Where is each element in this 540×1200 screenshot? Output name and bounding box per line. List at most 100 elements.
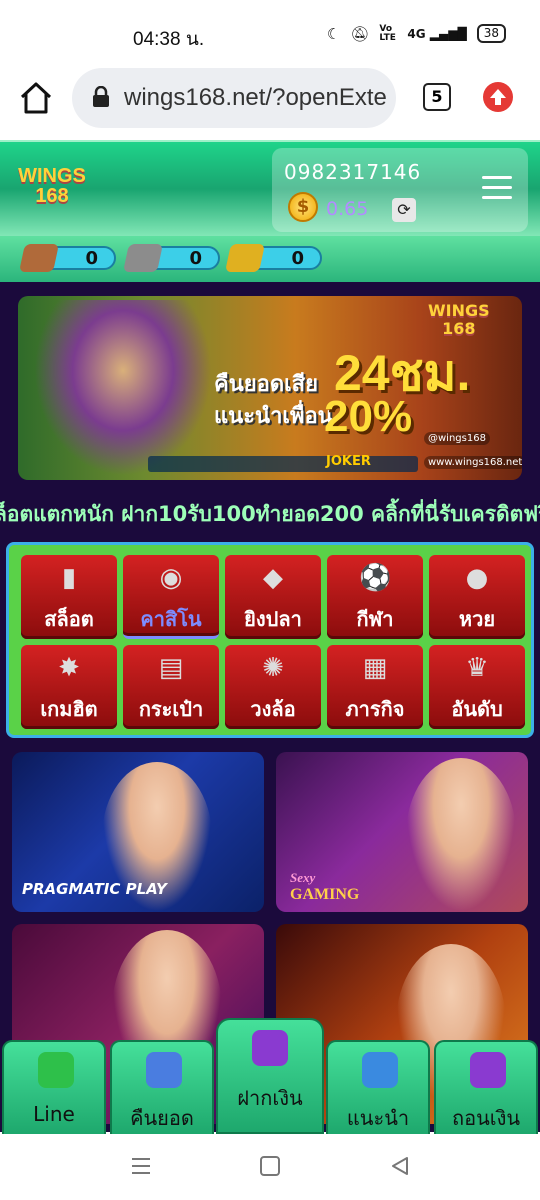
bottom-nav-label: ฝากเงิน bbox=[237, 1086, 303, 1110]
provider-label: PRAGMATIC PLAY bbox=[22, 880, 167, 898]
marquee-text: ล็อตแตกหนัก ฝาก10รับ100ทำยอด200 คลิ้กที่… bbox=[0, 502, 540, 526]
users-icon bbox=[362, 1052, 398, 1088]
wallet-icon: ▤ bbox=[158, 653, 184, 683]
provider-logo-line2: GAMING bbox=[290, 886, 360, 903]
category-1[interactable]: ◉ คาสิโน bbox=[123, 555, 219, 639]
category-9[interactable]: ♛ อันดับ bbox=[429, 645, 525, 729]
bottom-nav-label: ถอนเงิน bbox=[451, 1106, 521, 1130]
gold-star-icon bbox=[225, 244, 265, 272]
site-header: WINGS 168 0982317146 $ 0.65 ⟳ bbox=[0, 140, 540, 236]
lock-icon bbox=[92, 85, 110, 108]
banner-character-image bbox=[34, 300, 212, 476]
game-card-pragmatic[interactable]: PRAGMATIC PLAY bbox=[12, 752, 264, 912]
line-icon bbox=[38, 1052, 74, 1088]
mute-icon: 🔕︎ bbox=[350, 24, 370, 43]
trophy-icon: ♛ bbox=[465, 653, 489, 683]
bronze-star-icon bbox=[19, 244, 59, 272]
category-label: หวย bbox=[458, 607, 496, 631]
rank-gold[interactable]: 0 bbox=[225, 244, 322, 272]
category-7[interactable]: ✺ วงล้อ bbox=[225, 645, 321, 729]
banner-headline-percent: 20% bbox=[324, 392, 413, 441]
banner-logo: WINGS 168 bbox=[428, 302, 490, 338]
network-type: 4G bbox=[407, 26, 426, 41]
site-viewport: WINGS 168 0982317146 $ 0.65 ⟳ 0 0 0 WING… bbox=[0, 140, 540, 1132]
banner-line-id: @wings168 bbox=[424, 432, 490, 445]
wallet-coins-icon bbox=[146, 1052, 182, 1088]
bottom-nav-label: Line bbox=[33, 1102, 75, 1126]
bottom-nav-item-3[interactable]: แนะนำ bbox=[326, 1040, 430, 1134]
casino-chips-icon: ◉ bbox=[159, 563, 183, 593]
bottom-nav-label: แนะนำ bbox=[346, 1106, 410, 1130]
browser-toolbar: wings168.net/?openExte 5 bbox=[0, 68, 540, 140]
scroll-icon: ▦ bbox=[362, 653, 388, 683]
moon-icon: ☾ bbox=[326, 24, 341, 43]
category-4[interactable]: ● หวย bbox=[429, 555, 525, 639]
battery-icon: 38 bbox=[476, 24, 506, 43]
category-3[interactable]: ⚽ กีฬา bbox=[327, 555, 423, 639]
lottery-ball-icon: ● bbox=[465, 563, 489, 593]
signal-icon: 4G ▂▄▆█ bbox=[407, 26, 467, 41]
bottom-nav-item-0[interactable]: Line bbox=[2, 1040, 106, 1134]
game-card-sexy-gaming[interactable]: Sexy GAMING bbox=[276, 752, 528, 912]
status-icons: ☾ 🔕︎ Vo LTE 4G ▂▄▆█ 38 bbox=[327, 24, 506, 43]
banner-line2: แนะนำเพื่อน bbox=[214, 404, 333, 429]
category-label: สล็อต bbox=[44, 607, 94, 631]
banner-joker-logo: JOKER bbox=[326, 454, 371, 469]
update-arrow-icon[interactable] bbox=[483, 82, 513, 112]
volte-icon: Vo LTE bbox=[379, 23, 396, 43]
promo-banner[interactable]: WINGS 168 24ชม. คืนยอดเสีย แนะนำเพื่อน 20… bbox=[18, 296, 522, 480]
category-label: กระเป๋า bbox=[138, 697, 204, 721]
home-nav-icon[interactable] bbox=[260, 1156, 280, 1176]
rank-bronze-count: 0 bbox=[85, 248, 98, 269]
deposit-icon bbox=[252, 1030, 288, 1066]
category-grid: ▮ สล็อต ◉ คาสิโน ◆ ยิงปลา ⚽ กีฬา ● หวย ✸ เกมฮิต ▤ กระ… bbox=[6, 542, 534, 738]
announcement-marquee[interactable]: ล็อตแตกหนัก ฝาก10รับ100ทำยอด200 คลิ้กที่… bbox=[0, 492, 540, 530]
status-bar: 04:38 น. ☾ 🔕︎ Vo LTE 4G ▂▄▆█ 38 bbox=[0, 0, 540, 68]
address-bar[interactable]: wings168.net/?openExte bbox=[72, 68, 396, 128]
withdraw-icon bbox=[470, 1052, 506, 1088]
soccer-ball-icon: ⚽ bbox=[359, 563, 392, 593]
rank-silver-count: 0 bbox=[189, 248, 202, 269]
category-5[interactable]: ✸ เกมฮิต bbox=[21, 645, 117, 729]
coin-icon: $ bbox=[288, 192, 318, 222]
logo-text-bottom: 168 bbox=[35, 185, 69, 207]
bottom-nav-item-4[interactable]: ถอนเงิน bbox=[434, 1040, 538, 1134]
back-nav-icon[interactable] bbox=[390, 1156, 410, 1176]
rank-silver[interactable]: 0 bbox=[123, 244, 220, 272]
system-nav-bar bbox=[0, 1134, 540, 1200]
hamburger-menu-icon[interactable] bbox=[482, 176, 512, 200]
url-text: wings168.net/?openExte bbox=[124, 84, 387, 111]
slot-machine-icon: ▮ bbox=[61, 563, 77, 593]
account-phone: 0982317146 bbox=[284, 160, 422, 184]
refresh-balance-icon[interactable]: ⟳ bbox=[392, 198, 416, 222]
site-logo[interactable]: WINGS 168 bbox=[14, 166, 90, 210]
category-2[interactable]: ◆ ยิงปลา bbox=[225, 555, 321, 639]
bottom-nav-item-1[interactable]: คืนยอด bbox=[110, 1040, 214, 1134]
category-label: ภารกิจ bbox=[345, 697, 405, 721]
category-8[interactable]: ▦ ภารกิจ bbox=[327, 645, 423, 729]
category-label: คาสิโน bbox=[140, 607, 202, 631]
rank-bronze[interactable]: 0 bbox=[19, 244, 116, 272]
banner-logo-top: WINGS bbox=[428, 301, 490, 320]
rank-bar: 0 0 0 bbox=[0, 236, 540, 282]
bottom-nav-label: คืนยอด bbox=[130, 1106, 194, 1130]
category-0[interactable]: ▮ สล็อต bbox=[21, 555, 117, 639]
provider-logo-line1: Sexy bbox=[290, 870, 316, 885]
category-6[interactable]: ▤ กระเป๋า bbox=[123, 645, 219, 729]
logo-text-top: WINGS bbox=[18, 165, 86, 187]
bottom-nav: Line คืนยอด ฝากเงินแนะนำ ถอนเงิน bbox=[0, 1018, 540, 1134]
bottom-nav-item-2[interactable]: ฝากเงิน bbox=[216, 1018, 324, 1134]
tabs-count-button[interactable]: 5 bbox=[423, 83, 451, 111]
provider-logo: Sexy GAMING bbox=[290, 870, 359, 904]
account-balance: 0.65 bbox=[326, 198, 369, 220]
battery-level: 38 bbox=[483, 26, 499, 40]
banner-provider-strip bbox=[148, 456, 418, 472]
fish-icon: ◆ bbox=[263, 563, 283, 593]
silver-star-icon bbox=[123, 244, 163, 272]
category-label: ยิงปลา bbox=[244, 607, 302, 631]
recent-apps-icon[interactable] bbox=[130, 1156, 152, 1176]
category-label: วงล้อ bbox=[250, 697, 296, 721]
home-icon[interactable] bbox=[16, 80, 56, 116]
banner-line1: คืนยอดเสีย bbox=[214, 372, 318, 397]
category-label: อันดับ bbox=[451, 697, 503, 721]
